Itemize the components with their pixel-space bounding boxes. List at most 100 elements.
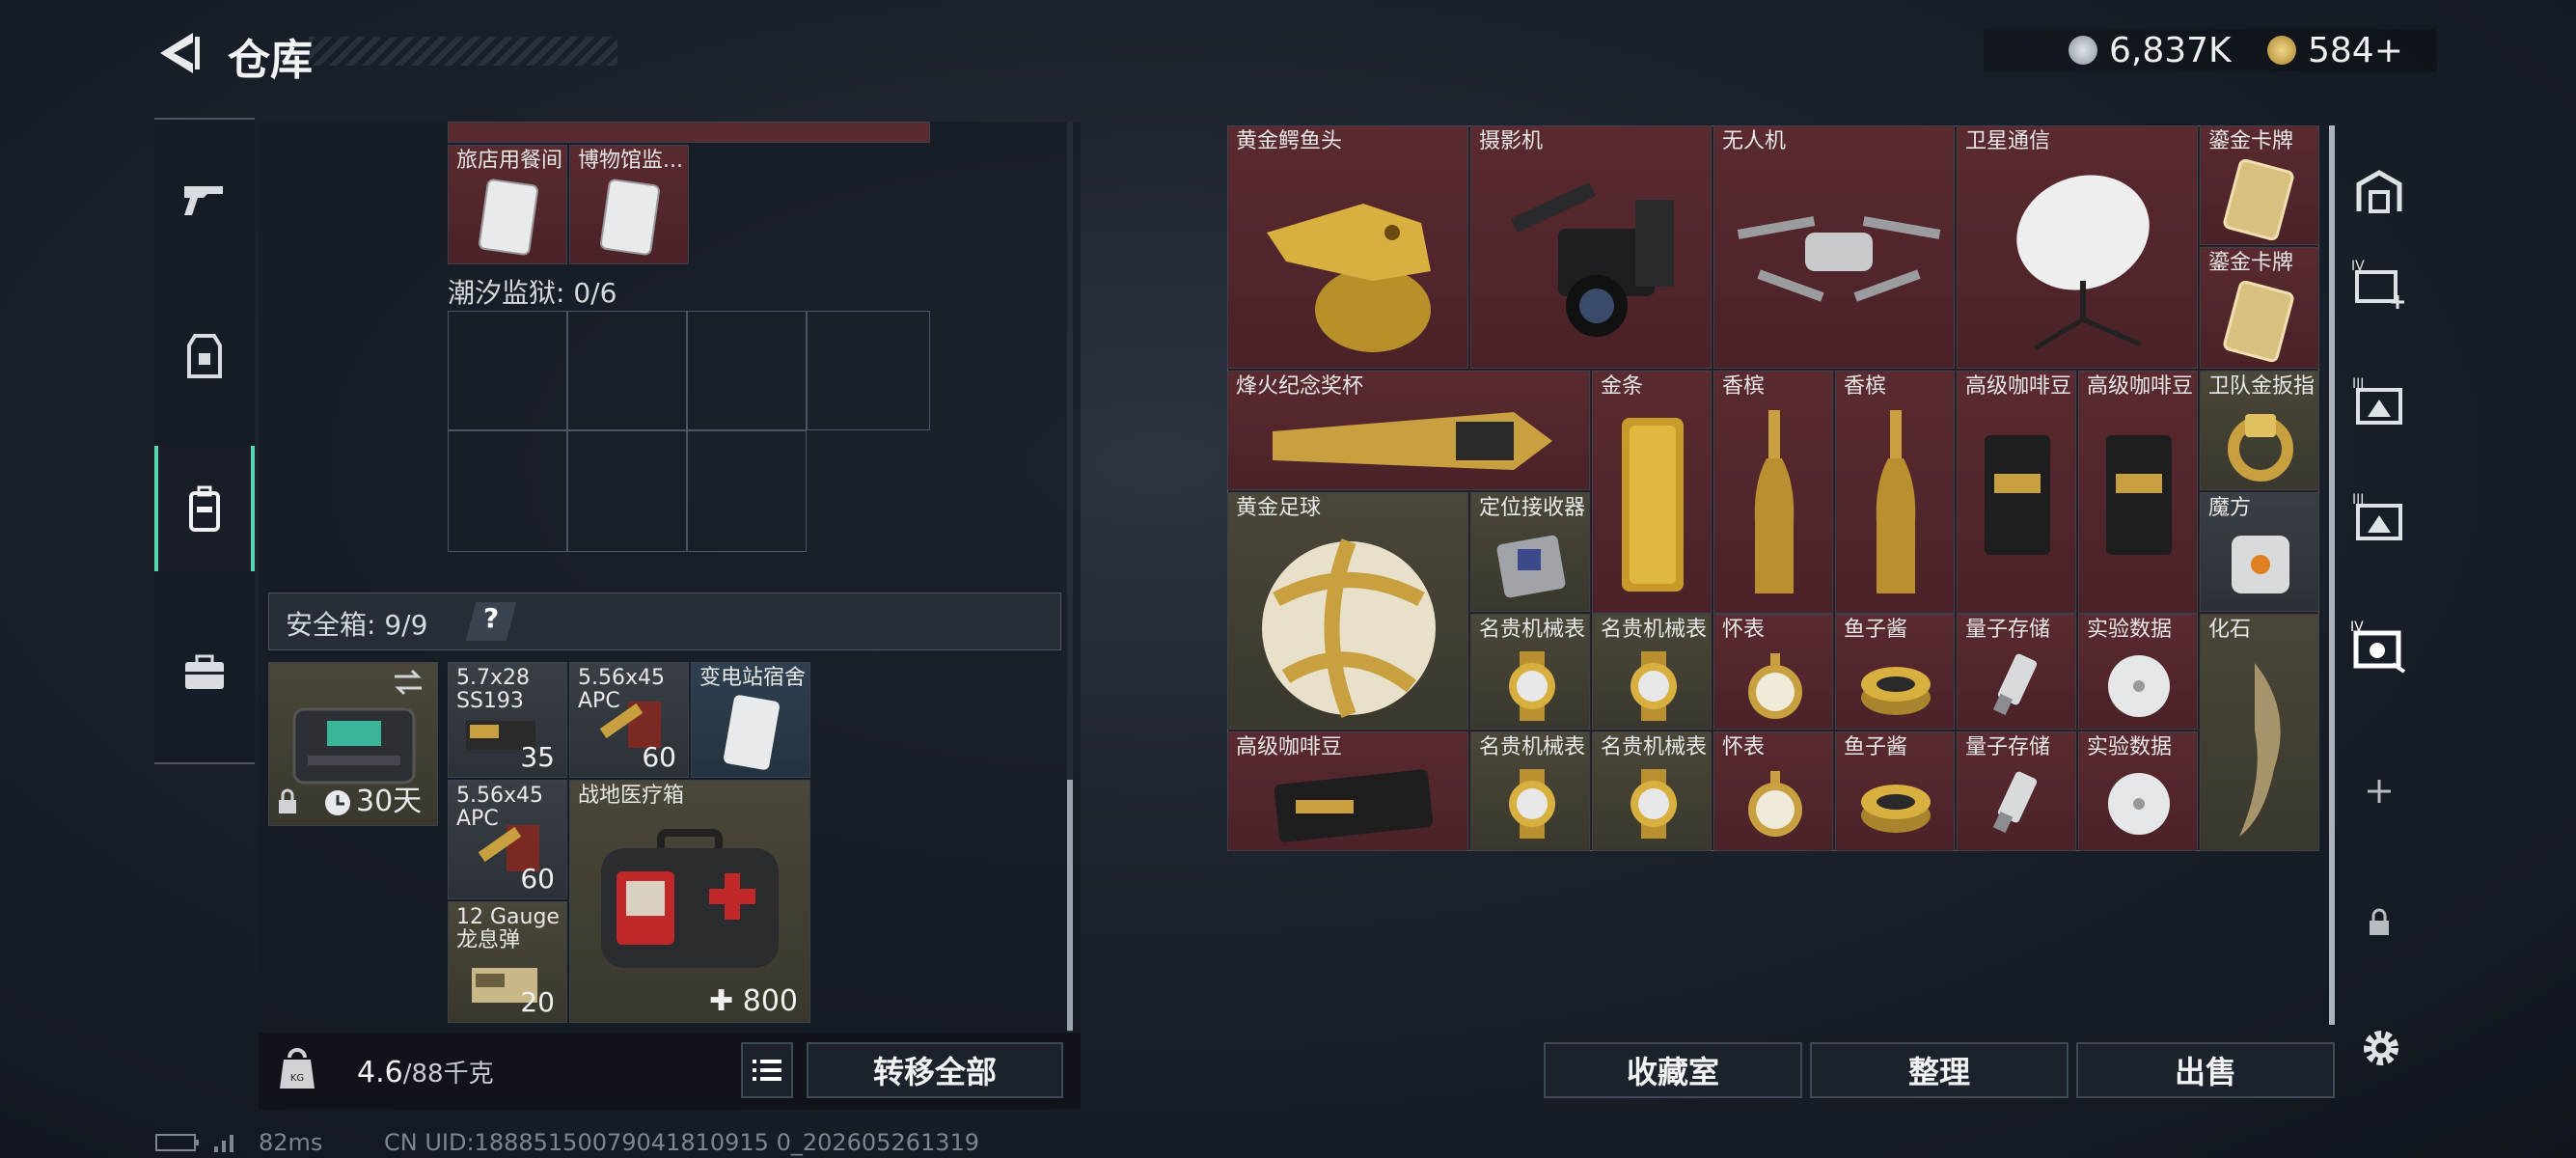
empty-slot[interactable]	[687, 311, 807, 430]
video-camera-icon	[1510, 181, 1674, 337]
left-scroll-thumb[interactable]	[1067, 780, 1073, 1031]
item-label: 名贵机械表	[1601, 618, 1708, 642]
svg-text:KG: KG	[290, 1073, 304, 1084]
storage-item[interactable]: 旅店用餐间	[448, 145, 567, 264]
stash-item[interactable]: 烽火纪念奖杯	[1227, 371, 1590, 490]
empty-slot[interactable]	[448, 311, 567, 430]
ammo-item[interactable]: 5.56x45 APC 60	[448, 780, 567, 899]
stash-item[interactable]: 实验数据	[2078, 614, 2198, 730]
backpack-icon	[189, 485, 220, 532]
stash-item[interactable]: 无人机	[1713, 125, 1955, 369]
stash-item[interactable]: 鎏金卡牌	[2200, 125, 2319, 245]
stash-item[interactable]: 量子存储	[1957, 731, 2076, 851]
keycard-icon	[479, 179, 538, 256]
sell-button[interactable]: 出售	[2076, 1042, 2335, 1098]
partial-item-row[interactable]	[448, 122, 930, 143]
gold-currency[interactable]: 584+	[2267, 29, 2403, 71]
gold-bar-icon	[1622, 418, 1684, 592]
weight-icon: KG	[280, 1048, 315, 1089]
item-label: 怀表	[1722, 618, 1766, 642]
stash-item[interactable]: 魔方	[2200, 492, 2319, 612]
locator-receiver-icon	[1496, 535, 1566, 598]
stash-item[interactable]: 黄金足球	[1227, 492, 1468, 730]
ammo-item[interactable]: 5.56x45 APC 60	[569, 662, 689, 778]
item-label: 实验数据	[2087, 735, 2173, 759]
clock-icon	[325, 790, 350, 815]
ammo-item[interactable]: 5.7x28 SS193 35	[448, 662, 567, 778]
stash-tab-1[interactable]	[2341, 143, 2418, 239]
first-aid-kit-icon	[601, 829, 779, 968]
stash-item[interactable]: 高级咖啡豆	[2078, 371, 2198, 614]
stash-item[interactable]: 名贵机械表	[1592, 731, 1712, 851]
stash-tab-3[interactable]: III	[2341, 353, 2418, 450]
stash-item[interactable]: 香槟	[1835, 371, 1955, 614]
item-label: 5.7x28 SS193	[456, 666, 531, 713]
stash-item[interactable]: 化石	[2200, 614, 2319, 851]
stash-page-nav: IV III III IV	[2341, 135, 2418, 1042]
stash-item[interactable]: 香槟	[1713, 371, 1833, 614]
stash-item[interactable]: 卫星通信	[1957, 125, 2198, 369]
tide-prison-label: 潮汐监狱: 0/6	[448, 277, 617, 309]
medical-kit-item[interactable]: 战地医疗箱 ✚ 800	[569, 780, 810, 1023]
stash-item[interactable]: 名贵机械表	[1470, 731, 1590, 851]
stash-item[interactable]: 名贵机械表	[1592, 614, 1712, 730]
transfer-all-button[interactable]: 转移全部	[807, 1042, 1063, 1098]
empty-slot[interactable]	[687, 430, 807, 552]
add-stash-button[interactable]	[2341, 743, 2418, 840]
stash-item[interactable]: 摄影机	[1470, 125, 1712, 369]
stash-item[interactable]: 高级咖啡豆	[1957, 371, 2076, 614]
disc-icon	[2108, 655, 2170, 717]
empty-slot[interactable]	[567, 430, 687, 552]
item-label: 鎏金卡牌	[2208, 251, 2294, 275]
item-label: 名贵机械表	[1479, 735, 1586, 759]
back-arrow-icon[interactable]	[154, 29, 203, 77]
stash-item[interactable]: 黄金鳄鱼头	[1227, 125, 1468, 369]
stash-tab-5[interactable]: IV	[2341, 598, 2418, 695]
briefcase-icon	[185, 654, 224, 689]
usb-drive-icon	[1992, 771, 2038, 834]
stash-item[interactable]: 鎏金卡牌	[2200, 247, 2319, 369]
organize-button[interactable]: 整理	[1810, 1042, 2069, 1098]
ammo-item[interactable]: 12 Gauge 龙息弹 20	[448, 901, 567, 1023]
stash-item[interactable]: 定位接收器	[1470, 492, 1590, 612]
collection-room-button[interactable]: 收藏室	[1544, 1042, 1802, 1098]
list-view-button[interactable]	[741, 1042, 793, 1098]
empty-slot[interactable]	[567, 311, 687, 430]
stash-item[interactable]: 名贵机械表	[1470, 614, 1590, 730]
stash-item[interactable]: 量子存储	[1957, 614, 2076, 730]
watch-icon	[1631, 651, 1677, 721]
page-title: 仓库	[228, 36, 313, 85]
stash-item[interactable]: 怀表	[1713, 614, 1833, 730]
empty-slot[interactable]	[448, 430, 567, 552]
stash-item[interactable]: 鱼子酱	[1835, 614, 1955, 730]
stash-item[interactable]: 怀表	[1713, 731, 1833, 851]
caviar-tin-icon	[1861, 785, 1931, 833]
left-category-nav	[154, 118, 255, 764]
lock-icon	[2370, 908, 2389, 935]
item-label: 旅店用餐间	[456, 149, 563, 173]
briefcase-tab[interactable]	[154, 610, 255, 735]
backpack-tab[interactable]	[154, 446, 255, 571]
stash-tab-2[interactable]: IV	[2341, 235, 2418, 332]
ping-readout: 82ms	[259, 1129, 323, 1156]
weapons-tab[interactable]	[154, 137, 255, 262]
empty-slot[interactable]	[807, 311, 930, 430]
keycard-item[interactable]: 变电站宿舍	[691, 662, 810, 778]
stash-item[interactable]: 高级咖啡豆	[1227, 731, 1468, 851]
stash-item[interactable]: 卫队金扳指	[2200, 371, 2319, 490]
stash-item[interactable]: 金条	[1592, 371, 1712, 614]
equipment-tab[interactable]	[154, 293, 255, 419]
safe-container[interactable]: 30天	[268, 662, 438, 826]
gold-coin-icon	[2267, 36, 2296, 65]
stash-item[interactable]: 鱼子酱	[1835, 731, 1955, 851]
swap-icon[interactable]	[391, 669, 425, 696]
right-scroll-bar[interactable]	[2329, 125, 2335, 1025]
storage-item[interactable]: 博物馆监...	[569, 145, 689, 264]
settings-button[interactable]	[2354, 1021, 2408, 1075]
item-count: ✚ 800	[709, 984, 798, 1018]
armor-icon	[187, 334, 222, 378]
stash-level-iii-icon: III	[2352, 376, 2402, 425]
stash-tab-4[interactable]: III	[2341, 469, 2418, 565]
silver-amount: 6,837K	[2109, 30, 2232, 70]
stash-item[interactable]: 实验数据	[2078, 731, 2198, 851]
